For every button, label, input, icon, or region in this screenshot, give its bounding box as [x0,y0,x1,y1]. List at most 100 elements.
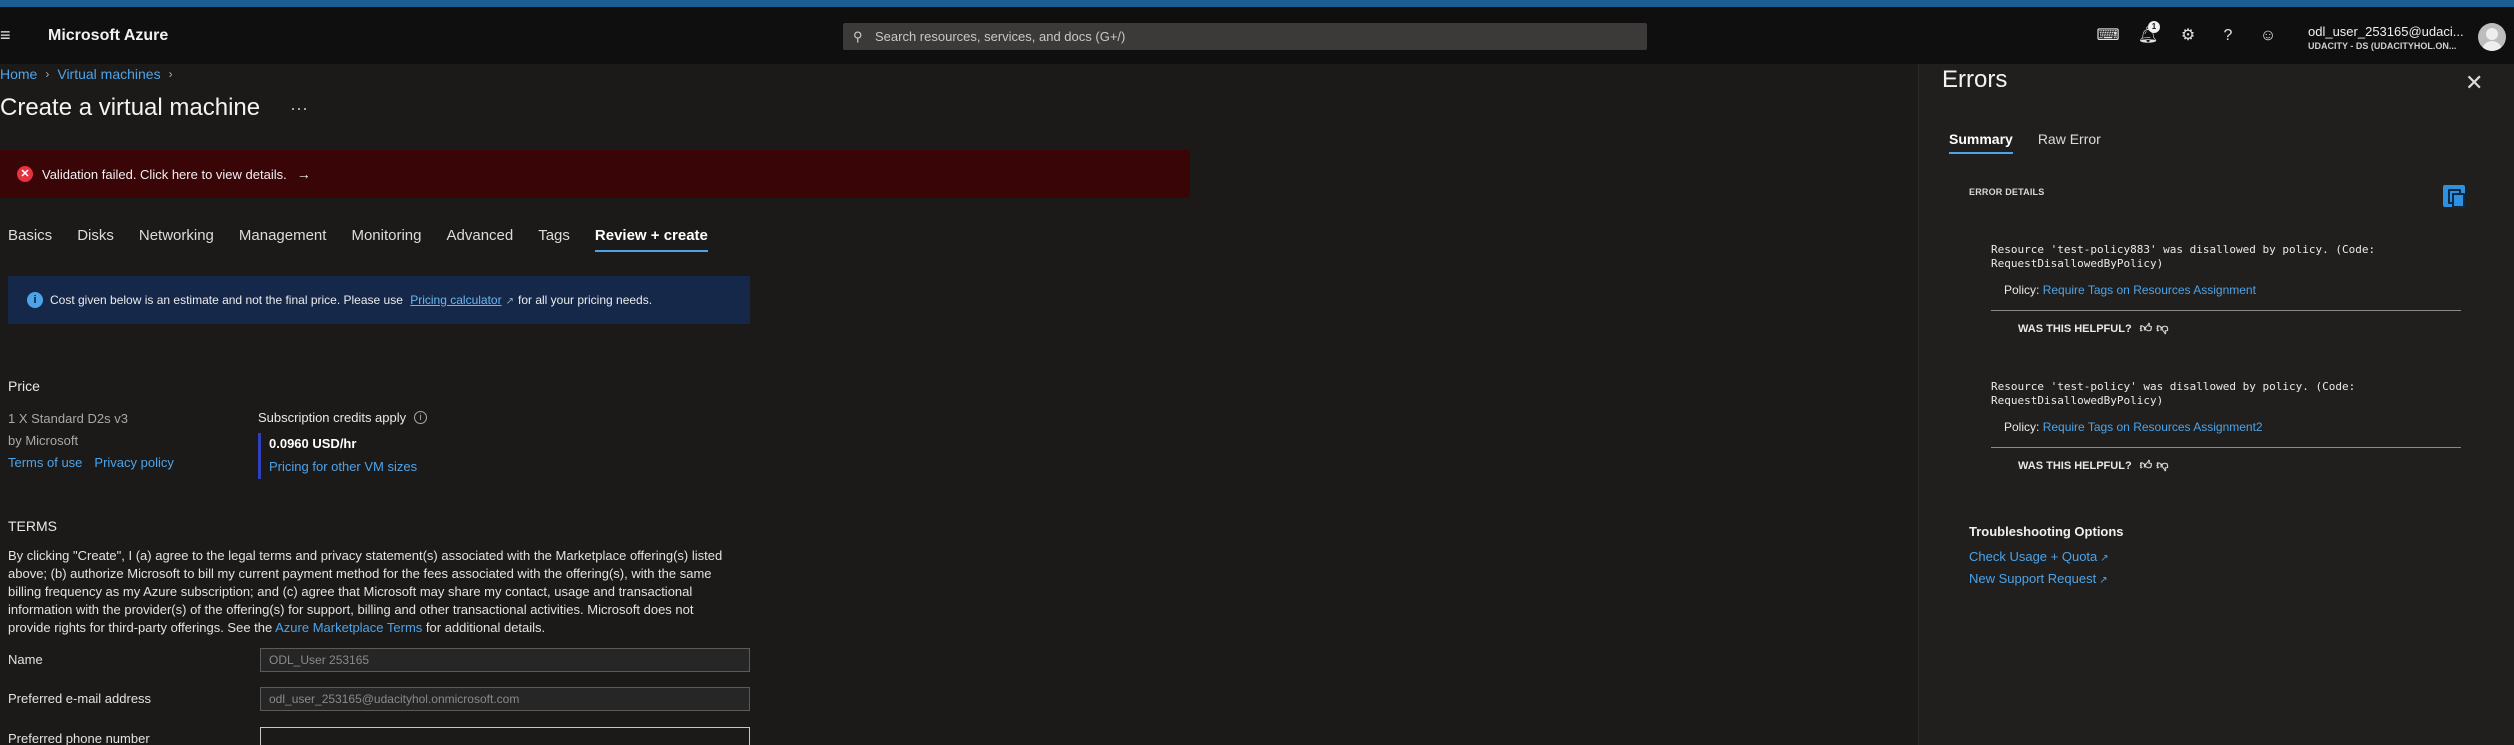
validation-error-banner[interactable]: ✕ Validation failed. Click here to view … [0,150,1190,198]
search-placeholder: Search resources, services, and docs (G+… [875,29,1126,44]
tab-summary[interactable]: Summary [1949,131,2013,154]
troubleshooting-heading: Troubleshooting Options [1969,524,2124,539]
price-product: 1 X Standard D2s v3 by Microsoft Terms o… [8,408,186,474]
page-title: Create a virtual machine [0,94,261,121]
external-link-icon: ↗ [505,296,514,307]
check-usage-quota-label: Check Usage + Quota [1969,549,2098,564]
helpful-label: WAS THIS HELPFUL? [2018,459,2132,472]
terms-heading: TERMS [8,518,57,534]
validation-message: Validation failed. Click here to view de… [42,166,287,182]
arrow-right-icon: → [296,166,311,182]
name-label: Name [8,652,43,667]
info-text-after: for all your pricing needs. [517,293,653,307]
phone-label: Preferred phone number [8,731,150,745]
thumbs-down-icon[interactable]: 👎︎ [2156,321,2168,336]
tab-management[interactable]: Management [239,227,327,252]
error-item: Resource 'test-policy883' was disallowed… [1991,243,2461,336]
breadcrumb-virtual-machines-link[interactable]: Virtual machines [57,66,160,82]
error-message: Resource 'test-policy' was disallowed by… [1991,380,2356,407]
tab-networking[interactable]: Networking [139,227,214,252]
breadcrumb-chevron-icon: › [168,67,173,81]
price-details: Subscription credits apply i 0.0960 USD/… [258,410,428,479]
error-policy: Policy: Require Tags on Resources Assign… [2004,283,2461,297]
policy-link[interactable]: Require Tags on Resources Assignment2 [2043,420,2263,434]
breadcrumb: Home › Virtual machines › [0,66,181,82]
vm-size-text: 1 X Standard D2s v3 [8,411,128,426]
new-support-request-label: New Support Request [1969,571,2097,586]
external-link-icon: ↗ [2099,575,2108,586]
tab-advanced[interactable]: Advanced [447,227,514,252]
info-icon[interactable]: i [414,411,428,424]
tab-review-create[interactable]: Review + create [594,227,708,252]
global-search[interactable]: ⚲ Search resources, services, and docs (… [843,23,1647,50]
feedback-icon[interactable]: ☺ [2255,23,2281,49]
top-navigation-bar: ≡ Microsoft Azure ⚲ Search resources, se… [0,7,2514,64]
troubleshooting-options: Troubleshooting Options Check Usage + Qu… [1969,524,2124,591]
close-icon[interactable]: ✕ [2465,70,2483,96]
info-icon: i [27,292,43,308]
phone-row: Preferred phone number [8,727,750,745]
top-toolbar: ⌨ 🔔︎ 1 ⚙ ? ☺ [2095,21,2295,49]
error-details-heading: ERROR DETAILS [1969,187,2045,197]
email-row: Preferred e-mail address odl_user_253165… [8,687,750,711]
copy-icon[interactable] [2443,185,2465,208]
policy-link[interactable]: Require Tags on Resources Assignment [2043,283,2256,297]
tab-disks[interactable]: Disks [77,227,114,252]
settings-gear-icon[interactable]: ⚙ [2175,23,2201,49]
policy-label: Policy: [2004,283,2040,297]
pricing-info-text: Cost given below is an estimate and not … [50,293,652,307]
hourly-price: 0.0960 USD/hr [269,436,357,451]
terms-tail-text: for additional details. [425,620,546,635]
tab-raw-error[interactable]: Raw Error [2038,131,2101,154]
errors-panel-title: Errors [1942,66,2008,93]
marketplace-terms-link[interactable]: Azure Marketplace Terms [275,620,422,635]
subscription-credits: Subscription credits apply i [258,410,428,425]
cloud-shell-icon[interactable]: ⌨ [2095,23,2121,49]
errors-tabs: Summary Raw Error [1949,131,2126,154]
price-heading: Price [8,378,40,394]
pricing-calculator-link[interactable]: Pricing calculator [410,293,501,307]
other-vm-sizes-link[interactable]: Pricing for other VM sizes [269,459,417,474]
tab-tags[interactable]: Tags [538,227,570,252]
check-usage-quota-link[interactable]: Check Usage + Quota ↗ [1969,547,2124,569]
product-links: Terms of use Privacy policy [8,452,186,474]
portal-brand[interactable]: Microsoft Azure [48,7,168,64]
notification-badge: 1 [2148,21,2160,33]
external-link-icon: ↗ [2100,553,2109,564]
name-row: Name ODL_User 253165 [8,648,750,672]
new-support-request-link[interactable]: New Support Request ↗ [1969,569,2124,591]
feedback-row: WAS THIS HELPFUL? 👍︎ 👎︎ [2018,321,2461,336]
terms-body: By clicking "Create", I (a) agree to the… [8,547,733,637]
more-options-icon[interactable]: ··· [290,98,308,119]
privacy-policy-link[interactable]: Privacy policy [94,455,173,470]
account-tenant: UDACITY - DS (UDACITYHOL.ON... [2308,41,2457,51]
help-question-icon[interactable]: ? [2215,23,2241,49]
thumbs-up-icon[interactable]: 👍︎ [2140,458,2153,473]
top-accent-stripe [0,0,2514,7]
divider [1991,310,2461,311]
feedback-row: WAS THIS HELPFUL? 👍︎ 👎︎ [2018,458,2461,473]
tab-basics[interactable]: Basics [8,227,52,252]
wizard-tabs: Basics Disks Networking Management Monit… [8,227,733,252]
error-policy: Policy: Require Tags on Resources Assign… [2004,420,2461,434]
breadcrumb-home-link[interactable]: Home [0,66,37,82]
tab-monitoring[interactable]: Monitoring [351,227,421,252]
email-label: Preferred e-mail address [8,691,152,706]
info-text-before: Cost given below is an estimate and not … [50,293,403,307]
notifications-bell-icon[interactable]: 🔔︎ 1 [2135,21,2161,49]
policy-label: Policy: [2004,420,2040,434]
thumbs-down-icon[interactable]: 👎︎ [2156,458,2168,473]
helpful-label: WAS THIS HELPFUL? [2018,322,2132,335]
phone-field[interactable] [260,727,750,745]
search-icon: ⚲ [853,28,863,44]
publisher-text: by Microsoft [8,433,79,448]
error-message: Resource 'test-policy883' was disallowed… [1991,243,2376,270]
name-field: ODL_User 253165 [260,648,750,672]
hamburger-menu-icon[interactable]: ≡ [0,23,18,47]
breadcrumb-chevron-icon: › [45,67,50,81]
price-card: 0.0960 USD/hr Pricing for other VM sizes [258,433,427,479]
email-field: odl_user_253165@udacityhol.onmicrosoft.c… [260,687,750,711]
terms-of-use-link[interactable]: Terms of use [8,455,82,470]
avatar-icon[interactable] [2478,23,2506,51]
thumbs-up-icon[interactable]: 👍︎ [2140,321,2153,336]
